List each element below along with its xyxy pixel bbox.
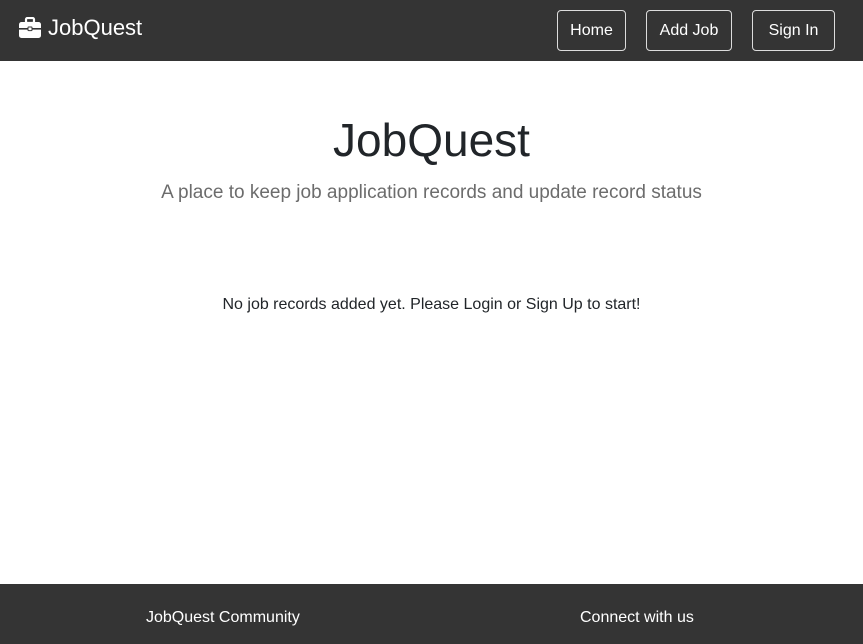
page-title: JobQuest	[333, 114, 530, 166]
brand-link[interactable]: JobQuest	[18, 13, 142, 43]
footer-connect-title: Connect with us	[580, 609, 694, 626]
sign-in-button[interactable]: Sign In	[752, 10, 835, 51]
page-subtitle: A place to keep job application records …	[161, 182, 702, 203]
briefcase-icon	[18, 16, 42, 39]
empty-state-message: No job records added yet. Please Login o…	[222, 296, 641, 313]
add-job-button[interactable]: Add Job	[646, 10, 732, 51]
home-button[interactable]: Home	[557, 10, 626, 51]
brand-name: JobQuest	[48, 15, 143, 40]
footer: JobQuest Community Connect with us	[0, 584, 863, 644]
footer-community-title: JobQuest Community	[146, 609, 300, 626]
navbar: JobQuest Home Add Job Sign In	[0, 0, 863, 61]
